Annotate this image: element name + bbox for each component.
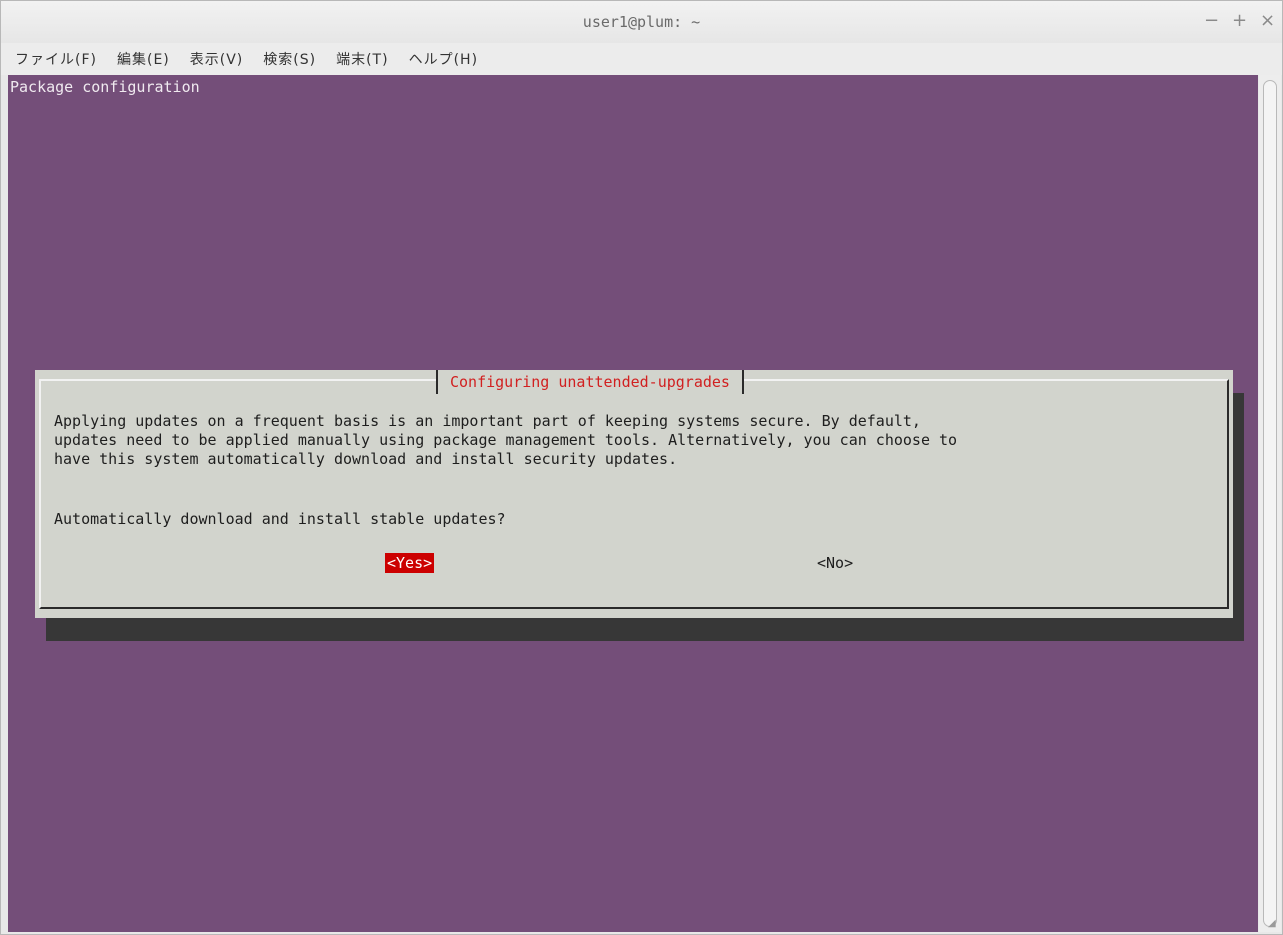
vertical-scrollbar[interactable]: ◢ — [1259, 75, 1281, 932]
maximize-button[interactable]: + — [1232, 11, 1247, 31]
no-button[interactable]: <No> — [815, 553, 855, 573]
dialog-description: Applying updates on a frequent basis is … — [54, 412, 958, 468]
terminal-header-text: Package configuration — [10, 78, 200, 96]
config-dialog: Configuring unattended-upgrades Applying… — [35, 370, 1233, 618]
menu-help[interactable]: ヘルプ(H) — [409, 49, 478, 69]
title-bar[interactable]: user1@plum: ~ − + × — [1, 1, 1282, 43]
minimize-button[interactable]: − — [1204, 11, 1219, 31]
menu-bar: ファイル(F) 編集(E) 表示(V) 検索(S) 端末(T) ヘルプ(H) — [1, 43, 1282, 75]
menu-file[interactable]: ファイル(F) — [15, 49, 97, 69]
dialog-question: Automatically download and install stabl… — [54, 510, 506, 528]
menu-terminal[interactable]: 端末(T) — [336, 49, 388, 69]
close-button[interactable]: × — [1260, 11, 1275, 31]
dialog-title: Configuring unattended-upgrades — [436, 370, 744, 394]
yes-button[interactable]: <Yes> — [385, 553, 435, 573]
scrollbar-thumb[interactable] — [1263, 80, 1277, 927]
menu-edit[interactable]: 編集(E) — [117, 49, 170, 69]
menu-search[interactable]: 検索(S) — [263, 49, 316, 69]
window-title: user1@plum: ~ — [582, 13, 701, 31]
menu-view[interactable]: 表示(V) — [190, 49, 244, 69]
resize-grip-icon[interactable]: ◢ — [1268, 919, 1278, 929]
window-controls: − + × — [1204, 11, 1275, 31]
